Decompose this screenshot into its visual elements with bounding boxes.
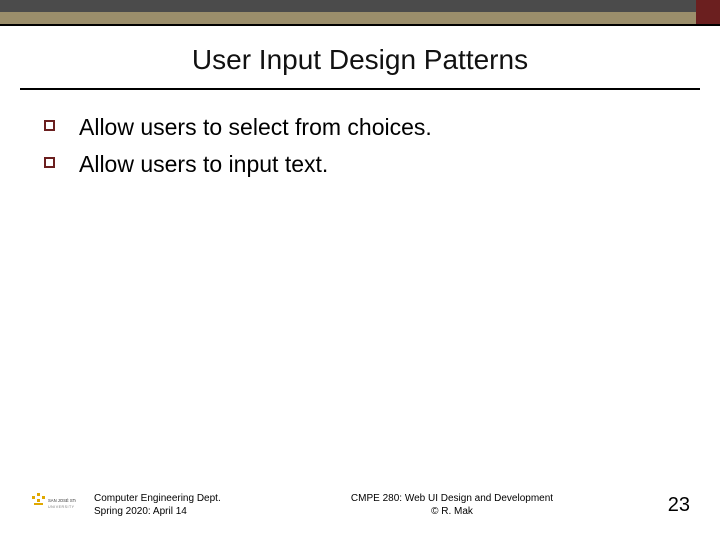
svg-text:UNIVERSITY: UNIVERSITY [48, 505, 75, 509]
footer: SAN JOSÉ STATE UNIVERSITY Computer Engin… [0, 490, 720, 520]
content-area: Allow users to select from choices. Allo… [0, 90, 720, 180]
footer-left: Computer Engineering Dept. Spring 2020: … [94, 492, 274, 518]
footer-date: Spring 2020: April 14 [94, 505, 274, 518]
slide: User Input Design Patterns Allow users t… [0, 0, 720, 540]
top-bar-olive [0, 12, 720, 24]
top-bar-accent [696, 0, 720, 24]
decorative-top-bars [0, 0, 720, 26]
bullet-icon [44, 157, 55, 168]
list-item: Allow users to select from choices. [44, 112, 690, 143]
top-bar-gray [0, 0, 720, 12]
title-block: User Input Design Patterns [0, 26, 720, 84]
bullet-text: Allow users to select from choices. [79, 112, 432, 143]
bullet-icon [44, 120, 55, 131]
footer-center: CMPE 280: Web UI Design and Development … [274, 492, 630, 518]
footer-copyright: © R. Mak [274, 505, 630, 518]
footer-dept: Computer Engineering Dept. [94, 492, 274, 505]
bullet-text: Allow users to input text. [79, 149, 328, 180]
page-number: 23 [630, 494, 690, 517]
slide-title: User Input Design Patterns [0, 44, 720, 76]
svg-text:SAN JOSÉ STATE: SAN JOSÉ STATE [48, 498, 76, 503]
list-item: Allow users to input text. [44, 149, 690, 180]
university-logo: SAN JOSÉ STATE UNIVERSITY [30, 490, 76, 520]
logo-icon: SAN JOSÉ STATE UNIVERSITY [30, 490, 76, 520]
footer-course: CMPE 280: Web UI Design and Development [274, 492, 630, 505]
